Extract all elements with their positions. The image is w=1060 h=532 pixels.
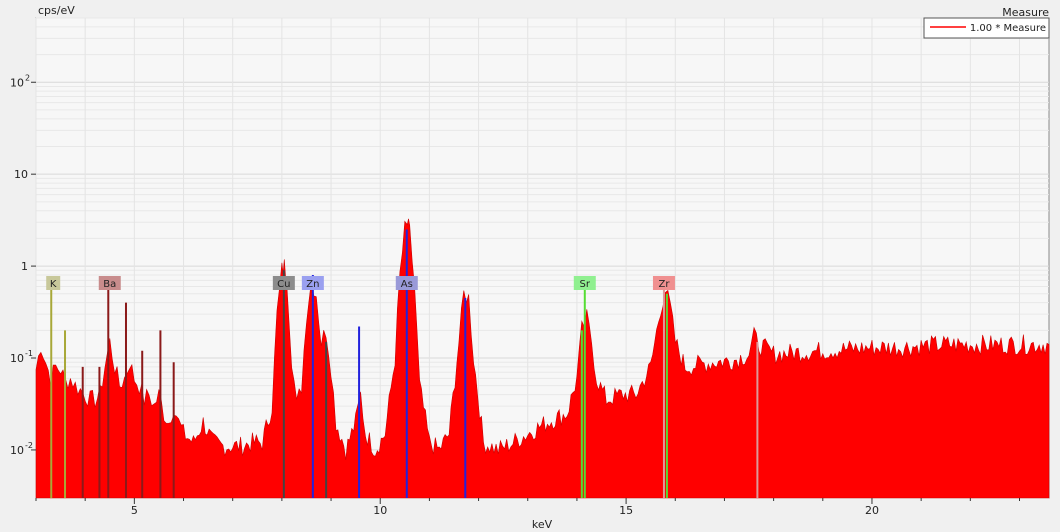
element-label-zn[interactable]: Zn bbox=[301, 276, 324, 290]
element-label-cu[interactable]: Cu bbox=[272, 276, 295, 290]
y-tick-label: 1 bbox=[21, 260, 28, 273]
element-label-text: Zn bbox=[306, 279, 319, 290]
element-label-sr[interactable]: Sr bbox=[573, 276, 596, 290]
legend: 1.00 * Measure bbox=[923, 17, 1050, 39]
element-label-text: Ba bbox=[103, 279, 116, 290]
spectrum-chart: K Ba Cu Zn As Sr Zr 5 10 15 20 10 -210 -111010 2 cps… bbox=[10, 4, 1050, 531]
element-label-text: Sr bbox=[580, 279, 591, 290]
y-tick-exponent: -2 bbox=[25, 441, 33, 450]
y-tick-label: 10 bbox=[10, 76, 24, 89]
element-label-as[interactable]: As bbox=[395, 276, 418, 290]
y-axis-label: cps/eV bbox=[38, 4, 75, 17]
x-tick-label: 15 bbox=[619, 504, 633, 517]
chart-title: Measure bbox=[1002, 6, 1049, 19]
element-label-zr[interactable]: Zr bbox=[652, 276, 675, 290]
legend-series-name: 1.00 * Measure bbox=[970, 23, 1046, 34]
x-axis: 5 10 15 20 bbox=[35, 498, 1020, 517]
x-axis-label: keV bbox=[532, 518, 553, 531]
element-label-text: As bbox=[401, 279, 413, 290]
y-axis: 10 -210 -111010 2 bbox=[10, 73, 36, 457]
y-tick-exponent: -1 bbox=[25, 349, 33, 358]
element-label-ba[interactable]: Ba bbox=[98, 276, 121, 290]
x-tick-label: 20 bbox=[865, 504, 879, 517]
element-label-text: Zr bbox=[658, 279, 670, 290]
y-tick-label: 10 bbox=[10, 444, 24, 457]
y-tick-exponent: 2 bbox=[25, 73, 30, 82]
y-tick-label: 10 bbox=[10, 352, 24, 365]
element-label-text: Cu bbox=[277, 279, 290, 290]
x-tick-label: 5 bbox=[131, 504, 138, 517]
y-tick-label: 10 bbox=[14, 168, 28, 181]
element-label-text: K bbox=[50, 279, 57, 290]
element-label-k[interactable]: K bbox=[46, 276, 61, 290]
x-tick-label: 10 bbox=[373, 504, 387, 517]
